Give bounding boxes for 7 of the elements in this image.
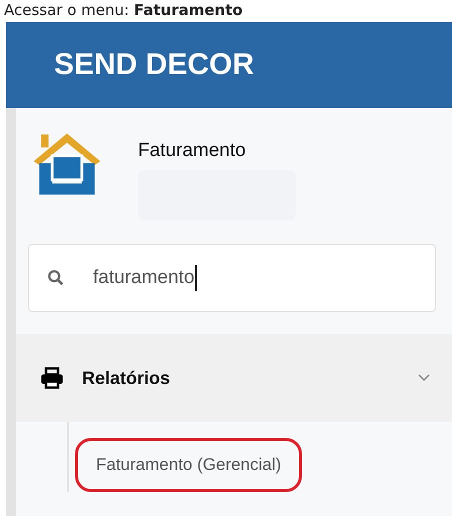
instruction-text: Acessar o menu: Faturamento — [3, 0, 244, 21]
submenu-item[interactable]: Faturamento (Gerencial) — [75, 438, 302, 492]
module-title: Faturamento — [138, 140, 247, 162]
menu-group-item[interactable]: Relatórios — [16, 334, 452, 422]
brand-title: SEND DECOR — [54, 48, 254, 82]
search-field[interactable]: faturamento — [28, 244, 436, 312]
printer-icon — [40, 367, 64, 389]
